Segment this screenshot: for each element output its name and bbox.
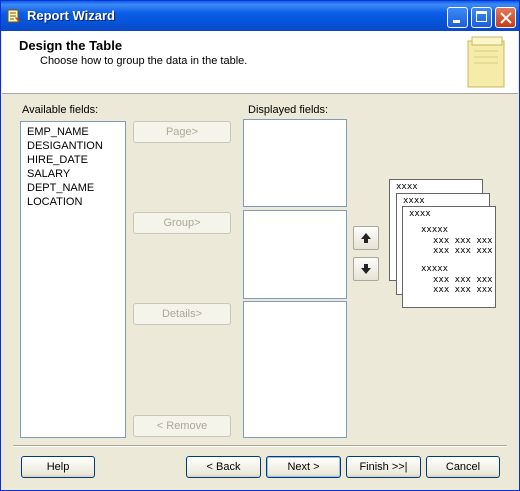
details-button[interactable]: Details>: [133, 303, 231, 325]
preview-text: xxxx: [403, 196, 425, 206]
preview-text: xxx xxx xxx: [433, 236, 493, 246]
page-title: Design the Table: [19, 38, 123, 53]
preview-text: xxxx: [396, 182, 418, 192]
footer-divider: [13, 445, 507, 447]
preview-text: xxx xxx xxx: [433, 285, 493, 295]
window-title: Report Wizard: [27, 8, 115, 23]
sticky-note-icon: [467, 36, 505, 88]
help-button[interactable]: Help: [21, 456, 95, 478]
close-button[interactable]: [495, 7, 516, 28]
preview-text: xxxxx: [421, 264, 449, 274]
move-up-button[interactable]: [353, 226, 379, 250]
report-icon: [7, 9, 20, 23]
close-icon: [500, 12, 512, 24]
group-button[interactable]: Group>: [133, 212, 231, 234]
remove-button[interactable]: < Remove: [133, 415, 231, 437]
wizard-header: Design the Table Choose how to group the…: [2, 31, 518, 94]
displayed-fields-label: Displayed fields:: [248, 104, 329, 116]
table-layout-preview: xxxx xxxxx xxx xxx xxx xxx xxx xxx xxxxx…: [402, 206, 496, 308]
available-fields-label: Available fields:: [22, 104, 99, 116]
page-button[interactable]: Page>: [133, 121, 231, 143]
maximize-button[interactable]: [471, 7, 492, 28]
preview-text: xxxx: [409, 209, 431, 219]
list-item[interactable]: DEPT_NAME: [21, 181, 125, 195]
minimize-button[interactable]: [447, 7, 468, 28]
list-item[interactable]: EMP_NAME: [21, 125, 125, 139]
list-item[interactable]: SALARY: [21, 167, 125, 181]
minimize-icon: [453, 20, 460, 23]
details-fields-list[interactable]: [243, 301, 347, 438]
group-fields-list[interactable]: [243, 210, 347, 299]
maximize-icon: [476, 11, 487, 22]
next-button[interactable]: Next >: [266, 456, 341, 478]
title-bar[interactable]: Report Wizard: [1, 1, 519, 31]
finish-button[interactable]: Finish >>|: [346, 456, 421, 478]
arrow-up-icon: [361, 233, 371, 243]
cancel-button[interactable]: Cancel: [426, 456, 500, 478]
move-down-button[interactable]: [353, 257, 379, 281]
list-item[interactable]: LOCATION: [21, 195, 125, 209]
list-item[interactable]: HIRE_DATE: [21, 153, 125, 167]
list-item[interactable]: DESIGANTION: [21, 139, 125, 153]
preview-text: xxx xxx xxx: [433, 275, 493, 285]
page-subtitle: Choose how to group the data in the tabl…: [40, 55, 248, 67]
arrow-down-icon: [361, 264, 371, 274]
preview-text: xxxxx: [421, 225, 449, 235]
page-fields-list[interactable]: [243, 119, 347, 207]
back-button[interactable]: < Back: [186, 456, 261, 478]
available-fields-list[interactable]: EMP_NAME DESIGANTION HIRE_DATE SALARY DE…: [20, 121, 126, 438]
report-wizard-window: Report Wizard Design the Table Choose ho…: [0, 0, 520, 491]
preview-text: xxx xxx xxx: [433, 246, 493, 256]
